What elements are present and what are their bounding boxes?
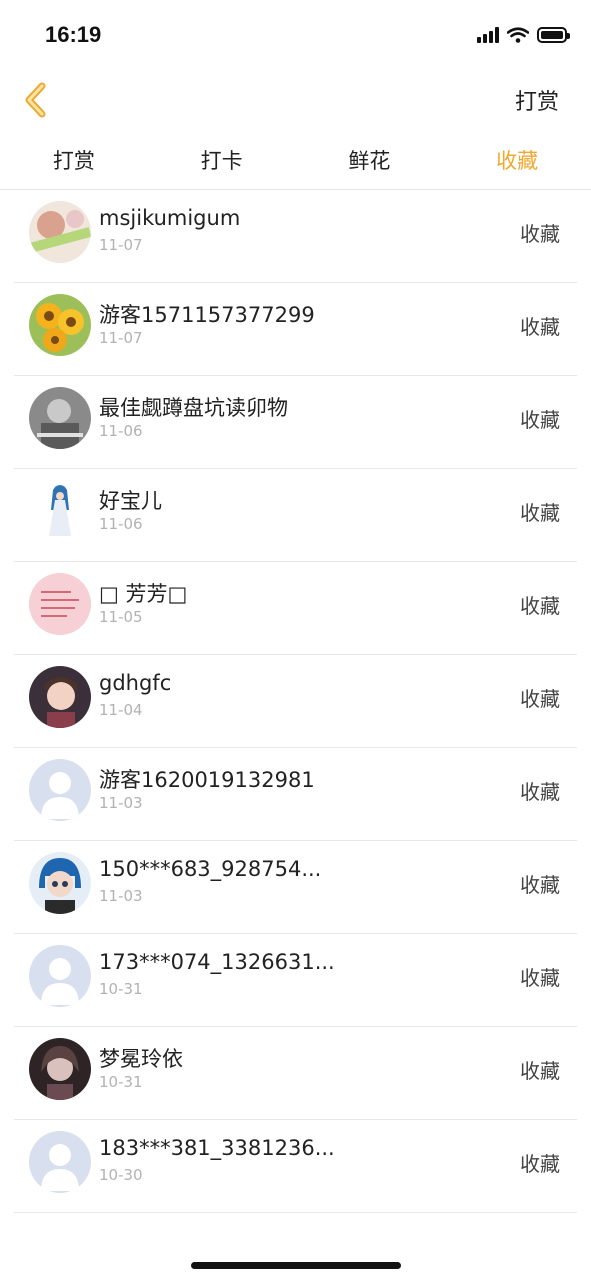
- tab-reward[interactable]: 打赏: [0, 138, 148, 188]
- list-item[interactable]: 梦冕玲依 10-31 收藏: [0, 1027, 591, 1120]
- action-label: 收藏: [520, 594, 560, 618]
- action-label: 收藏: [520, 315, 560, 339]
- action-label: 收藏: [520, 408, 560, 432]
- user-name: 游客1620019132981: [99, 768, 315, 792]
- user-name: 好宝儿: [99, 489, 162, 513]
- home-indicator[interactable]: [191, 1262, 401, 1269]
- date: 11-07: [99, 329, 143, 347]
- list-item[interactable]: 173***074_1326631... 10-31 收藏: [0, 934, 591, 1027]
- chevron-left-icon: [25, 82, 46, 118]
- list-item[interactable]: gdhgfc 11-04 收藏: [0, 655, 591, 748]
- divider: [14, 1212, 577, 1213]
- date: 11-06: [99, 515, 143, 533]
- list-item[interactable]: 183***381_3381236... 10-30 收藏: [0, 1120, 591, 1213]
- date: 10-31: [99, 980, 143, 998]
- list-item[interactable]: 150***683_928754... 11-03 收藏: [0, 841, 591, 934]
- back-button[interactable]: [18, 78, 58, 122]
- action-label: 收藏: [520, 1152, 560, 1176]
- user-name: gdhgfc: [99, 671, 172, 695]
- user-name: 150***683_928754...: [99, 857, 322, 881]
- user-name: 梦冕玲依: [99, 1047, 183, 1071]
- date: 10-31: [99, 1073, 143, 1091]
- list-item[interactable]: 游客1571157377299 11-07 收藏: [0, 283, 591, 376]
- avatar: [29, 387, 91, 449]
- battery-icon: [537, 26, 570, 43]
- avatar: [29, 852, 91, 914]
- wifi-icon: [507, 26, 529, 43]
- nav-bar: 打赏: [0, 70, 591, 130]
- avatar: [29, 480, 91, 542]
- status-bar: 16:19: [0, 0, 591, 70]
- status-time: 16:19: [45, 22, 102, 47]
- list-item[interactable]: 好宝儿 11-06 收藏: [0, 469, 591, 562]
- date: 11-06: [99, 422, 143, 440]
- tab-bar: 打赏 打卡 鲜花 收藏: [0, 138, 591, 188]
- action-label: 收藏: [520, 966, 560, 990]
- date: 11-03: [99, 794, 143, 812]
- date: 11-05: [99, 608, 143, 626]
- tab-favorites[interactable]: 收藏: [443, 138, 591, 188]
- date: 10-30: [99, 1166, 143, 1184]
- default-user-avatar: [29, 759, 91, 821]
- nav-title[interactable]: 打赏: [515, 84, 559, 116]
- date: 11-03: [99, 887, 143, 905]
- default-user-avatar: [29, 1131, 91, 1193]
- favorites-list: msjikumigum 11-07 收藏 游客1571157377299 11-…: [0, 190, 591, 1213]
- tab-checkin[interactable]: 打卡: [148, 138, 296, 188]
- list-item[interactable]: 游客1620019132981 11-03 收藏: [0, 748, 591, 841]
- status-icons: [477, 26, 570, 43]
- list-item[interactable]: msjikumigum 11-07 收藏: [0, 190, 591, 283]
- list-item[interactable]: □ 芳芳□ 11-05 收藏: [0, 562, 591, 655]
- avatar: [29, 573, 91, 635]
- tab-flowers[interactable]: 鲜花: [296, 138, 444, 188]
- user-name: □ 芳芳□: [99, 582, 188, 606]
- avatar: [29, 666, 91, 728]
- cellular-signal-icon: [477, 26, 499, 43]
- date: 11-04: [99, 701, 143, 719]
- avatar: [29, 201, 91, 263]
- avatar: [29, 294, 91, 356]
- action-label: 收藏: [520, 1059, 560, 1083]
- default-user-avatar: [29, 945, 91, 1007]
- user-name: 183***381_3381236...: [99, 1136, 335, 1160]
- user-name: 游客1571157377299: [99, 303, 315, 327]
- action-label: 收藏: [520, 222, 560, 246]
- avatar: [29, 1038, 91, 1100]
- list-item[interactable]: 最佳觑蹲盘坑读卯物 11-06 收藏: [0, 376, 591, 469]
- action-label: 收藏: [520, 780, 560, 804]
- date: 11-07: [99, 236, 143, 254]
- action-label: 收藏: [520, 873, 560, 897]
- user-name: 最佳觑蹲盘坑读卯物: [99, 396, 288, 420]
- action-label: 收藏: [520, 687, 560, 711]
- action-label: 收藏: [520, 501, 560, 525]
- user-name: 173***074_1326631...: [99, 950, 335, 974]
- user-name: msjikumigum: [99, 206, 241, 230]
